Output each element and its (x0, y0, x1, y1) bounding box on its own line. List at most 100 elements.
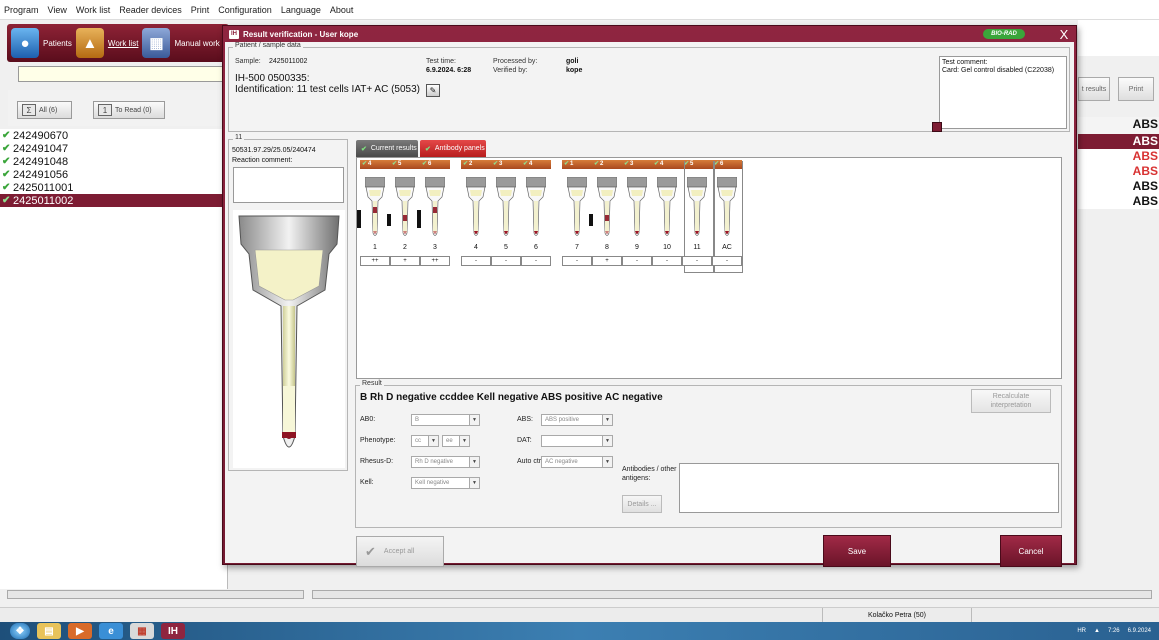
results-button[interactable]: t results (1078, 77, 1110, 101)
menu-configuration[interactable]: Configuration (218, 5, 272, 15)
clock-time[interactable]: 7:26 (1108, 628, 1120, 634)
tab-antibody-panels[interactable]: ✔ Antibody panels (420, 140, 486, 157)
menu-language[interactable]: Language (281, 5, 321, 15)
filter-all-button[interactable]: Σ All (6) (17, 101, 72, 119)
gel-tube-3[interactable] (425, 177, 445, 239)
abs-cell[interactable]: ABS (1078, 164, 1159, 179)
manual-work-icon: ▦ (142, 28, 171, 58)
tube-result-field[interactable]: ++ (420, 256, 450, 266)
gel-tube-6[interactable] (526, 177, 546, 239)
media-player-icon[interactable]: ▶ (68, 623, 92, 639)
phenotype-cc-select[interactable]: cc ▼ (411, 435, 439, 447)
gel-tube-8[interactable] (597, 177, 617, 239)
start-button-icon[interactable]: ❖ (10, 623, 30, 639)
save-button[interactable]: Save (823, 535, 891, 567)
rhesus-d-select[interactable]: Rh D negative ▼ (411, 456, 480, 468)
gel-tube-5[interactable] (496, 177, 516, 239)
accept-all-button[interactable]: ✔ Accept all (356, 536, 444, 567)
tube-result-field[interactable]: - (712, 256, 742, 266)
tube-result-field[interactable]: ++ (360, 256, 390, 266)
language-indicator[interactable]: HR (1077, 628, 1086, 634)
dat-select[interactable]: ▼ (541, 435, 613, 447)
check-icon: ✔ (2, 169, 11, 180)
app-window-icon[interactable]: ▦ (130, 623, 154, 639)
tab-current-results[interactable]: ✔ Current results (356, 140, 418, 157)
top-right-area (1078, 20, 1159, 56)
tube-result-field[interactable]: - (461, 256, 491, 266)
tube-result-field[interactable]: - (652, 256, 682, 266)
gel-tube-1[interactable] (365, 177, 385, 239)
clock-date[interactable]: 6.9.2024 (1128, 628, 1151, 634)
gel-tube-7[interactable] (567, 177, 587, 239)
nav-patients-button[interactable]: ● Patients (11, 27, 72, 59)
tube-number: 1 (373, 244, 377, 251)
abo-select[interactable]: B ▼ (411, 414, 480, 426)
abs-cell[interactable]: ABS (1078, 179, 1159, 194)
reaction-marker (357, 210, 361, 228)
tray-arrow-icon[interactable]: ▲ (1094, 628, 1100, 634)
search-input[interactable] (18, 66, 223, 82)
horizontal-scrollbar-left[interactable] (7, 590, 304, 599)
antibodies-textbox[interactable] (679, 463, 1059, 513)
menu-program[interactable]: Program (4, 5, 39, 15)
tube-result-field[interactable]: - (562, 256, 592, 266)
menu-view[interactable]: View (48, 5, 67, 15)
cell-label: ✔2 (463, 161, 473, 167)
gel-tube-2[interactable] (395, 177, 415, 239)
print-button[interactable]: Print (1118, 77, 1154, 101)
tube-result-field[interactable]: - (491, 256, 521, 266)
gel-tube-11[interactable] (687, 177, 707, 239)
kell-select[interactable]: Kell negative ▼ (411, 477, 480, 489)
tube-number: 8 (605, 244, 609, 251)
gel-tube-12[interactable] (717, 177, 737, 239)
abs-cell[interactable]: ABS (1078, 194, 1159, 209)
list-item[interactable]: ✔ 242491047 (0, 142, 227, 155)
abo-label: AB0: (360, 416, 376, 423)
browser-icon[interactable]: e (99, 623, 123, 639)
tube-result-field[interactable]: - (682, 256, 712, 266)
abs-cell[interactable]: ABS (1078, 134, 1159, 149)
explorer-icon[interactable]: ▤ (37, 623, 61, 639)
nav-worklist-button[interactable]: ▲ Work list (75, 27, 138, 59)
group-title: Result (360, 380, 384, 387)
cancel-button[interactable]: Cancel (1000, 535, 1062, 567)
menu-reader-devices[interactable]: Reader devices (119, 5, 182, 15)
list-item[interactable]: ✔ 242491056 (0, 168, 227, 181)
tube-result-field[interactable]: + (390, 256, 420, 266)
reaction-comment-input[interactable] (233, 167, 344, 203)
auto-control-select[interactable]: AC negative ▼ (541, 456, 613, 468)
menu-about[interactable]: About (330, 5, 354, 15)
dialog-title-bar[interactable]: IH Result verification - User kope (223, 26, 1076, 42)
tube-result-field[interactable]: + (592, 256, 622, 266)
list-item[interactable]: ✔ 242491048 (0, 155, 227, 168)
tube-number: 5 (504, 244, 508, 251)
edit-comment-button[interactable] (932, 122, 942, 132)
chevron-down-icon: ▼ (428, 436, 438, 446)
details-button[interactable]: Details ... (622, 495, 662, 513)
gel-tube-10[interactable] (657, 177, 677, 239)
test-comment-text: Card: Gel control disabled (C22038) (942, 67, 1055, 74)
menu-work-list[interactable]: Work list (76, 5, 110, 15)
test-comment-box[interactable]: Test comment: Card: Gel control disabled… (939, 56, 1067, 129)
edit-sample-button[interactable]: ✎ (426, 84, 440, 97)
filter-to-read-button[interactable]: 1 To Read (0) (93, 101, 165, 119)
close-icon[interactable]: X (1057, 27, 1071, 42)
horizontal-scrollbar-right[interactable] (312, 590, 1152, 599)
tube-result-field[interactable]: - (521, 256, 551, 266)
list-item[interactable]: ✔ 2425011001 (0, 181, 227, 194)
gel-tube-9[interactable] (627, 177, 647, 239)
tube-result-field[interactable]: - (622, 256, 652, 266)
result-group: Result B Rh D negative ccddee Kell negat… (355, 380, 1062, 528)
worklist-icon: ▲ (75, 28, 104, 58)
ih-app-icon[interactable]: IH (161, 623, 185, 639)
abs-cell[interactable]: ABS (1078, 149, 1159, 164)
list-item[interactable]: ✔ 242490670 (0, 129, 227, 142)
menu-print[interactable]: Print (191, 5, 210, 15)
phenotype-ee-select[interactable]: ee ▼ (442, 435, 470, 447)
list-item-selected[interactable]: ✔ 2425011002 (0, 194, 227, 207)
recalculate-button[interactable]: Recalculate interpretation (971, 389, 1051, 413)
nav-manual-button[interactable]: ▦ Manual work (142, 27, 220, 59)
sample-id: 242490670 (13, 129, 69, 142)
abs-select[interactable]: ABS positive ▼ (541, 414, 613, 426)
gel-tube-4[interactable] (466, 177, 486, 239)
